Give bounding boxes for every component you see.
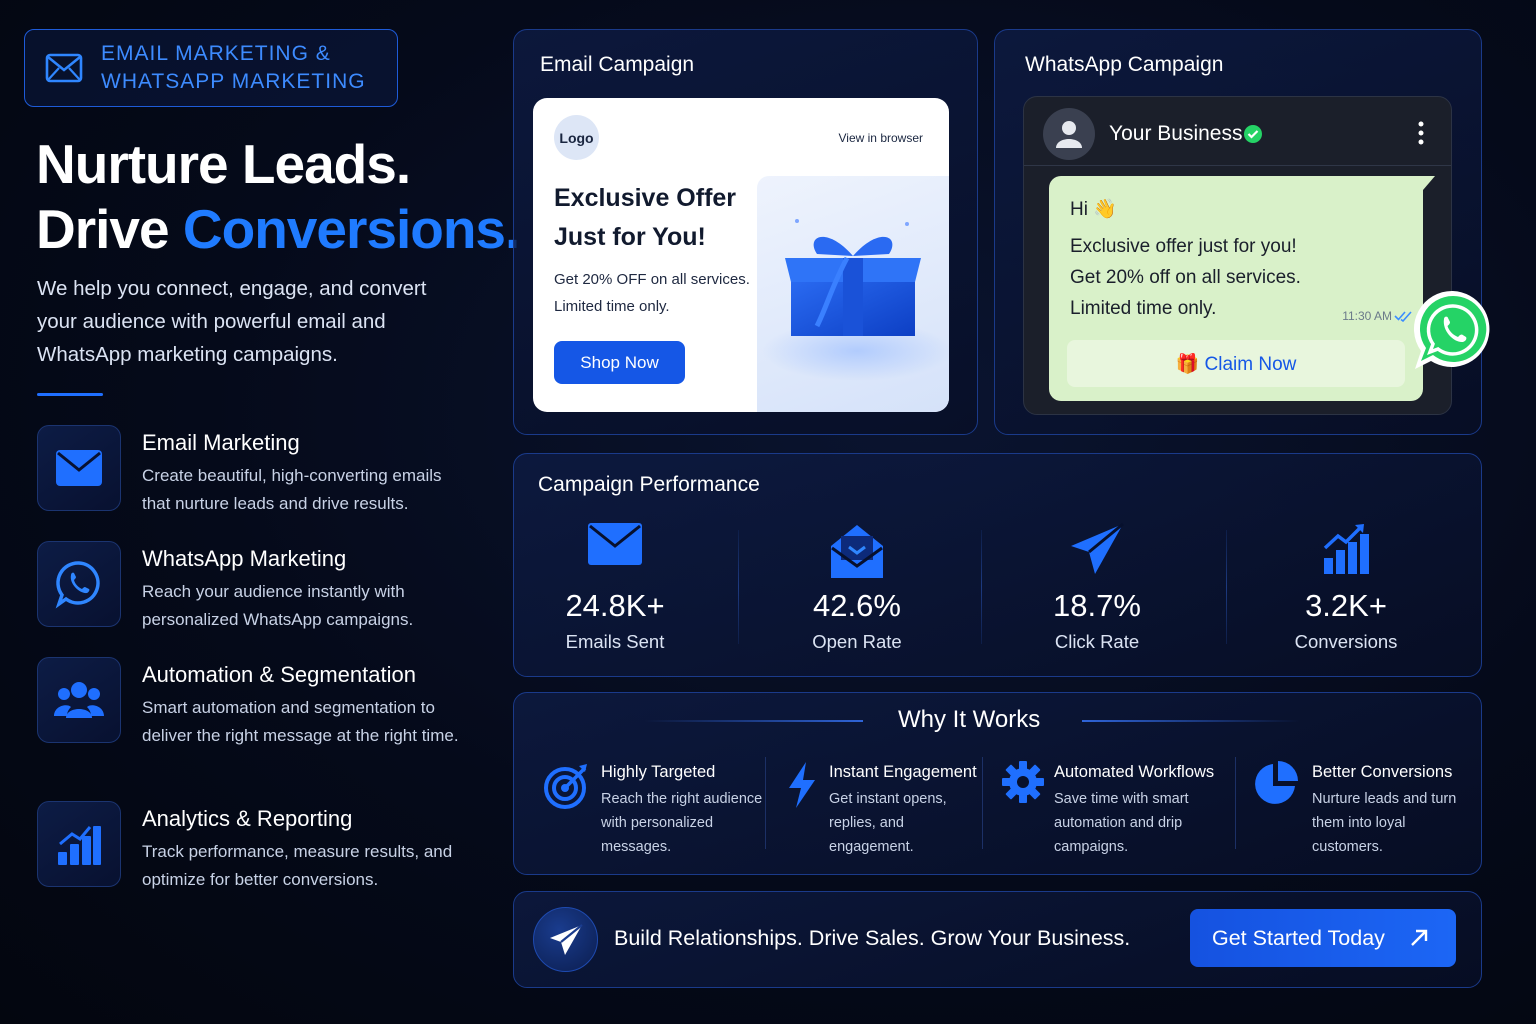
why-divider	[1235, 757, 1236, 849]
stat-value: 42.6%	[813, 588, 901, 623]
bubble-tail	[1423, 176, 1435, 190]
email-preview-card: Logo View in browser Exclusive Offer Jus…	[533, 98, 949, 412]
message-line-2: Get 20% off on all services.	[1070, 267, 1301, 288]
get-started-button[interactable]: Get Started Today	[1190, 909, 1456, 967]
claim-now-button[interactable]: 🎁 Claim Now	[1067, 340, 1405, 387]
avatar	[1043, 108, 1095, 160]
stat-value: 18.7%	[1053, 588, 1141, 623]
why-item-desc: Get instant opens, replies, and engageme…	[829, 791, 947, 855]
shop-now-button[interactable]: Shop Now	[554, 341, 685, 384]
badge-line-2: WHATSAPP MARKETING	[101, 70, 366, 93]
gift-box-icon	[762, 219, 949, 381]
feature-title: Automation & Segmentation	[142, 662, 416, 687]
stat-label: Open Rate	[812, 631, 902, 652]
feature-title: WhatsApp Marketing	[142, 546, 347, 571]
why-item-desc: Save time with smart automation and drip…	[1054, 791, 1189, 855]
verified-icon	[1244, 125, 1262, 143]
stat-divider	[981, 530, 982, 644]
section-divider	[37, 393, 103, 396]
target-icon	[544, 764, 587, 809]
more-menu-icon[interactable]	[1418, 121, 1424, 145]
feature-title: Analytics & Reporting	[142, 806, 353, 831]
why-divider	[982, 757, 983, 849]
panel-title: WhatsApp Campaign	[1025, 53, 1224, 76]
feature-icon-box	[37, 801, 121, 887]
view-in-browser-link[interactable]: View in browser	[839, 131, 923, 145]
stat-label: Emails Sent	[565, 631, 665, 652]
whatsapp-chat-mock: Your Business Hi 👋 Exclusive offer just …	[1023, 96, 1452, 415]
why-item-title: Automated Workflows	[1054, 763, 1215, 781]
body-line-1: Get 20% OFF on all services.	[554, 271, 750, 288]
why-title: Why It Works	[898, 706, 1041, 733]
stat-value: 24.8K+	[565, 588, 665, 623]
why-item-desc: Reach the right audience with personaliz…	[601, 791, 763, 855]
paper-plane-icon	[1071, 522, 1124, 574]
chat-header: Your Business	[1024, 97, 1451, 166]
hero-line-2: Drive Conversions.	[36, 197, 520, 262]
why-divider	[765, 757, 766, 849]
message-greeting: Hi 👋	[1070, 199, 1117, 220]
whatsapp-logo-icon	[1413, 290, 1490, 369]
title-rule-right	[1082, 720, 1300, 722]
message-line-1: Exclusive offer just for you!	[1070, 236, 1297, 257]
title-rule-left	[645, 720, 863, 722]
mail-icon	[588, 523, 642, 565]
bar-chart-icon	[58, 826, 101, 865]
panel-title: Email Campaign	[540, 53, 695, 76]
feature-desc: Smart automation and segmentation to del…	[142, 698, 459, 745]
message-line-3: Limited time only.	[1070, 298, 1217, 319]
hero-line-2-prefix: Drive	[36, 198, 183, 260]
hero-headline: Nurture Leads. Drive Conversions.	[36, 132, 520, 262]
cta-icon-badge	[533, 907, 598, 972]
whatsapp-icon	[55, 561, 100, 609]
mail-icon	[45, 53, 83, 83]
email-offer-headline: Exclusive Offer Just for You!	[554, 179, 774, 257]
stat-value: 3.2K+	[1305, 588, 1387, 623]
message-bubble: Hi 👋 Exclusive offer just for you! Get 2…	[1049, 176, 1423, 401]
why-item-desc: Nurture leads and turn them into loyal c…	[1312, 791, 1457, 855]
feature-desc: Create beautiful, high-converting emails…	[142, 466, 442, 513]
paper-plane-icon	[549, 923, 583, 955]
business-name: Your Business	[1109, 122, 1243, 145]
lightning-icon	[789, 762, 815, 808]
gift-image	[757, 176, 949, 412]
hero-subtitle: We help you connect, engage, and convert…	[37, 277, 427, 366]
feature-icon-box	[37, 657, 121, 743]
stat-divider	[1226, 530, 1227, 644]
get-started-label: Get Started Today	[1212, 925, 1385, 950]
email-logo: Logo	[554, 115, 599, 160]
panel-title: Campaign Performance	[538, 473, 760, 496]
category-badge: EMAIL MARKETING & WHATSAPP MARKETING	[24, 29, 398, 107]
feature-icon-box	[37, 541, 121, 627]
why-item-title: Highly Targeted	[601, 763, 716, 781]
growth-chart-icon	[1323, 524, 1369, 574]
message-time: 11:30 AM	[1342, 309, 1392, 323]
badge-line-1: EMAIL MARKETING &	[101, 42, 331, 65]
users-icon	[54, 682, 104, 718]
why-item-title: Better Conversions	[1312, 763, 1453, 781]
arrow-up-right-icon	[1411, 929, 1428, 946]
feature-desc: Track performance, measure results, and …	[142, 842, 453, 889]
hero-line-1: Nurture Leads.	[36, 133, 411, 195]
stat-label: Click Rate	[1054, 631, 1140, 652]
email-body-text: Get 20% OFF on all services. Limited tim…	[554, 266, 764, 320]
mail-icon	[56, 450, 102, 486]
stat-label: Conversions	[1294, 631, 1398, 652]
gear-icon	[1002, 761, 1044, 803]
hero-line-2-accent: Conversions.	[182, 198, 520, 260]
user-icon	[1056, 121, 1082, 148]
double-check-icon	[1394, 311, 1412, 322]
stat-divider	[738, 530, 739, 644]
offer-line-2: Just for You!	[554, 223, 706, 251]
why-item-title: Instant Engagement	[829, 763, 977, 781]
cta-tagline: Build Relationships. Drive Sales. Grow Y…	[614, 926, 1131, 950]
body-line-2: Limited time only.	[554, 298, 670, 315]
feature-title: Email Marketing	[142, 430, 300, 455]
pie-chart-icon	[1255, 761, 1298, 804]
feature-desc: Reach your audience instantly with perso…	[142, 582, 414, 629]
offer-line-1: Exclusive Offer	[554, 184, 737, 212]
open-mail-icon	[831, 525, 883, 578]
feature-icon-box	[37, 425, 121, 511]
message-text: Exclusive offer just for you! Get 20% of…	[1070, 231, 1370, 324]
